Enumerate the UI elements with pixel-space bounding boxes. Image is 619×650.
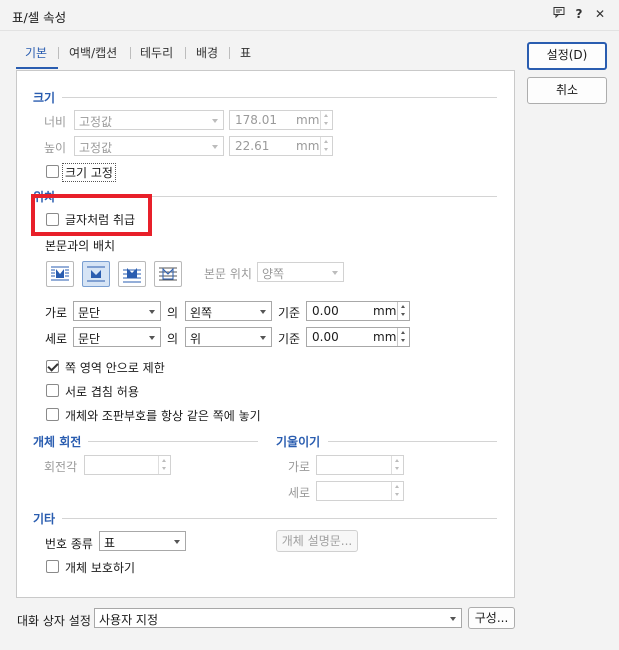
height-mode-select: 고정값	[74, 136, 224, 156]
vert-align-select[interactable]: 위	[185, 327, 272, 347]
tab-table[interactable]: 표	[240, 44, 251, 62]
body-pos-label: 본문 위치	[204, 267, 252, 281]
ok-button[interactable]: 설정(D)	[527, 42, 607, 70]
skew-vert-label: 세로	[288, 486, 311, 500]
protect-object-label: 개체 보호하기	[65, 561, 136, 575]
vert-offset-spinbox[interactable]: 0.00 mm	[306, 327, 410, 347]
wrap-square-button[interactable]	[46, 261, 74, 287]
horiz-of-label: 의	[167, 306, 179, 320]
preset-label: 대화 상자 설정	[17, 614, 91, 628]
angle-spinbox	[84, 455, 171, 475]
text-arrange-label: 본문과의 배치	[45, 239, 116, 253]
close-icon[interactable]: ✕	[591, 5, 609, 23]
object-description-button: 개체 설명문...	[276, 530, 358, 552]
config-button[interactable]: 구성...	[468, 607, 515, 629]
horiz-relative-select[interactable]: 문단	[73, 301, 161, 321]
preset-select[interactable]: 사용자 지정	[94, 608, 462, 628]
limit-to-page-label: 쪽 영역 안으로 제한	[65, 361, 165, 375]
protect-object-checkbox[interactable]	[46, 560, 59, 573]
tab-separator	[58, 47, 59, 59]
tab-separator	[229, 47, 230, 59]
tab-basic[interactable]: 기본	[25, 44, 47, 62]
tab-margin-caption[interactable]: 여백/캡션	[69, 44, 117, 62]
vert-base-label: 기준	[278, 332, 301, 346]
height-spinbox: 22.61 mm	[229, 136, 333, 156]
skew-divider	[328, 441, 497, 442]
fix-size-label: 크기 고정	[62, 163, 116, 182]
size-divider	[62, 97, 497, 98]
same-page-label: 개체와 조판부호를 항상 같은 쪽에 놓기	[65, 409, 261, 423]
angle-label: 회전각	[44, 460, 78, 474]
fix-size-checkbox[interactable]	[46, 165, 59, 178]
tab-border[interactable]: 테두리	[140, 44, 173, 62]
rotation-section-title: 개체 회전	[33, 435, 82, 449]
width-label: 너비	[44, 115, 67, 129]
horiz-label: 가로	[45, 306, 68, 320]
horiz-offset-spinbox[interactable]: 0.00 mm	[306, 301, 410, 321]
etc-divider	[62, 518, 497, 519]
etc-section-title: 기타	[33, 512, 56, 526]
skew-horiz-spinbox	[316, 455, 404, 475]
tab-separator	[130, 47, 131, 59]
title-bar: 표/셀 속성 ? ✕	[0, 0, 619, 31]
active-tab-indicator	[16, 67, 58, 69]
number-type-label: 번호 종류	[45, 537, 93, 551]
chat-icon[interactable]	[550, 5, 568, 23]
number-type-select[interactable]: 표	[99, 531, 186, 551]
body-pos-select: 양쪽	[257, 262, 344, 282]
allow-overlap-label: 서로 겹침 허용	[65, 385, 139, 399]
help-icon[interactable]: ?	[570, 5, 588, 23]
skew-section-title: 기울이기	[276, 435, 321, 449]
width-spinbox: 178.01 mm	[229, 110, 333, 130]
height-label: 높이	[44, 141, 67, 155]
tab-separator	[185, 47, 186, 59]
rotation-divider	[88, 441, 258, 442]
vert-label: 세로	[45, 332, 68, 346]
vert-relative-select[interactable]: 문단	[73, 327, 161, 347]
vert-of-label: 의	[167, 332, 179, 346]
size-section-title: 크기	[33, 91, 56, 105]
horiz-base-label: 기준	[278, 306, 301, 320]
width-mode-select: 고정값	[74, 110, 224, 130]
wrap-top-bottom-button[interactable]	[82, 261, 110, 287]
cancel-button[interactable]: 취소	[527, 77, 607, 104]
window-title: 표/셀 속성	[12, 10, 67, 25]
skew-horiz-label: 가로	[288, 460, 311, 474]
tab-background[interactable]: 배경	[196, 44, 218, 62]
horiz-align-select[interactable]: 왼쪽	[185, 301, 272, 321]
limit-to-page-checkbox[interactable]	[46, 360, 59, 373]
allow-overlap-checkbox[interactable]	[46, 384, 59, 397]
wrap-behind-text-button[interactable]	[118, 261, 146, 287]
highlight-annotation	[31, 194, 152, 236]
skew-vert-spinbox	[316, 481, 404, 501]
wrap-in-front-button[interactable]	[154, 261, 182, 287]
same-page-checkbox[interactable]	[46, 408, 59, 421]
